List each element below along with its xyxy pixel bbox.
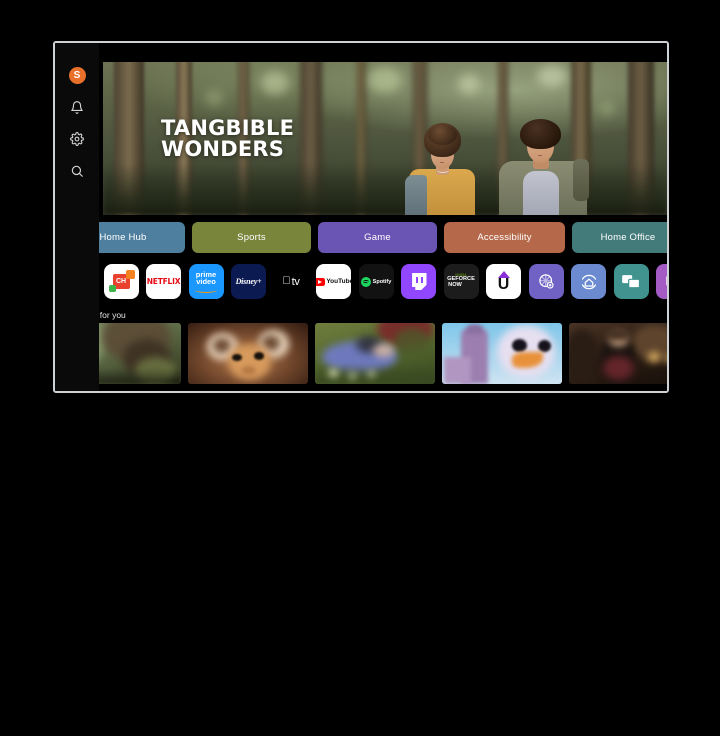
sidebar-rail: S bbox=[55, 43, 99, 391]
category-tile-label: Home Hub bbox=[99, 232, 147, 243]
app-tile-youtube[interactable]: YouTube bbox=[316, 264, 351, 299]
top-pick-art-period-drama bbox=[569, 323, 667, 384]
category-tile-accessibility[interactable]: Accessibility bbox=[444, 222, 565, 253]
app-tile-smartthings[interactable] bbox=[571, 264, 606, 299]
app-tile-spotify[interactable]: Spotify bbox=[358, 264, 394, 299]
tv-frame: S TANGBIBLE WONDERS Home Hub Sports Game… bbox=[53, 41, 669, 393]
app-tile-apple-tv[interactable]: tv bbox=[273, 264, 309, 299]
app-tile-prime-video[interactable]: prime video bbox=[188, 264, 224, 299]
app-tile-netflix[interactable]: NETFLIX bbox=[146, 264, 181, 299]
tv-screen: S TANGBIBLE WONDERS Home Hub Sports Game… bbox=[55, 43, 667, 391]
top-picks-row bbox=[61, 323, 667, 384]
app-tile-geforce-now[interactable]: NVIDIA GEFORCE NOW bbox=[443, 264, 479, 299]
app-tile-workspace[interactable] bbox=[656, 264, 667, 299]
u-app-logo: U bbox=[495, 271, 512, 292]
apple-tv-logo: tv bbox=[282, 275, 300, 288]
top-pick-art-meadow-romance bbox=[315, 323, 435, 384]
category-tile-label: Sports bbox=[237, 232, 266, 243]
netflix-logo: NETFLIX bbox=[146, 277, 181, 286]
category-tile-label: Home Office bbox=[600, 232, 656, 243]
channel-guide-icon: CH bbox=[108, 270, 135, 292]
app-tile-u-app[interactable]: U bbox=[486, 264, 521, 299]
category-tile-game[interactable]: Game bbox=[318, 222, 437, 253]
app-tile-disney-plus[interactable]: Disney+ bbox=[231, 264, 266, 299]
hero-title: TANGBIBLE WONDERS bbox=[161, 116, 295, 162]
hero-figure-man bbox=[495, 83, 591, 215]
bell-icon[interactable] bbox=[68, 98, 86, 116]
gear-icon[interactable] bbox=[68, 130, 86, 148]
top-pick-art-bird-town bbox=[442, 323, 562, 384]
top-pick-card[interactable] bbox=[442, 323, 562, 384]
spotify-logo: Spotify bbox=[360, 276, 391, 287]
youtube-logo: YouTube bbox=[316, 277, 351, 286]
app-shortcut-row: APPS CH NETFLIX primevideo Disney+ bbox=[61, 264, 667, 304]
geforce-now-logo: NVIDIA GEFORCE NOW bbox=[447, 272, 475, 289]
category-tile-home-office[interactable]: Home Office bbox=[572, 222, 667, 253]
category-tile-sports[interactable]: Sports bbox=[192, 222, 311, 253]
hero-banner[interactable]: TANGBIBLE WONDERS bbox=[103, 62, 667, 215]
hero-figure-woman bbox=[403, 97, 481, 215]
top-pick-card[interactable] bbox=[188, 323, 308, 384]
u-app-letter: U bbox=[497, 275, 510, 293]
search-icon[interactable] bbox=[68, 162, 86, 180]
app-tile-gaming-hub[interactable] bbox=[528, 264, 564, 299]
top-pick-card[interactable] bbox=[569, 323, 667, 384]
app-tile-twitch[interactable] bbox=[401, 264, 436, 299]
category-tile-label: Game bbox=[364, 232, 391, 243]
top-pick-card[interactable] bbox=[315, 323, 435, 384]
top-pick-art-giraffe-animation bbox=[188, 323, 308, 384]
category-row: Home Hub Sports Game Accessibility Home Offi… bbox=[61, 222, 667, 253]
app-label-channel-guide: CH bbox=[115, 278, 127, 285]
profile-avatar[interactable]: S bbox=[68, 67, 86, 84]
app-tile-channel-guide[interactable]: CH bbox=[103, 264, 139, 299]
prime-video-logo: prime video bbox=[195, 270, 217, 293]
twitch-logo bbox=[412, 273, 427, 290]
disney-plus-logo: Disney+ bbox=[235, 277, 262, 286]
category-tile-label: Accessibility bbox=[477, 232, 532, 243]
app-tile-multi-view[interactable] bbox=[613, 264, 649, 299]
